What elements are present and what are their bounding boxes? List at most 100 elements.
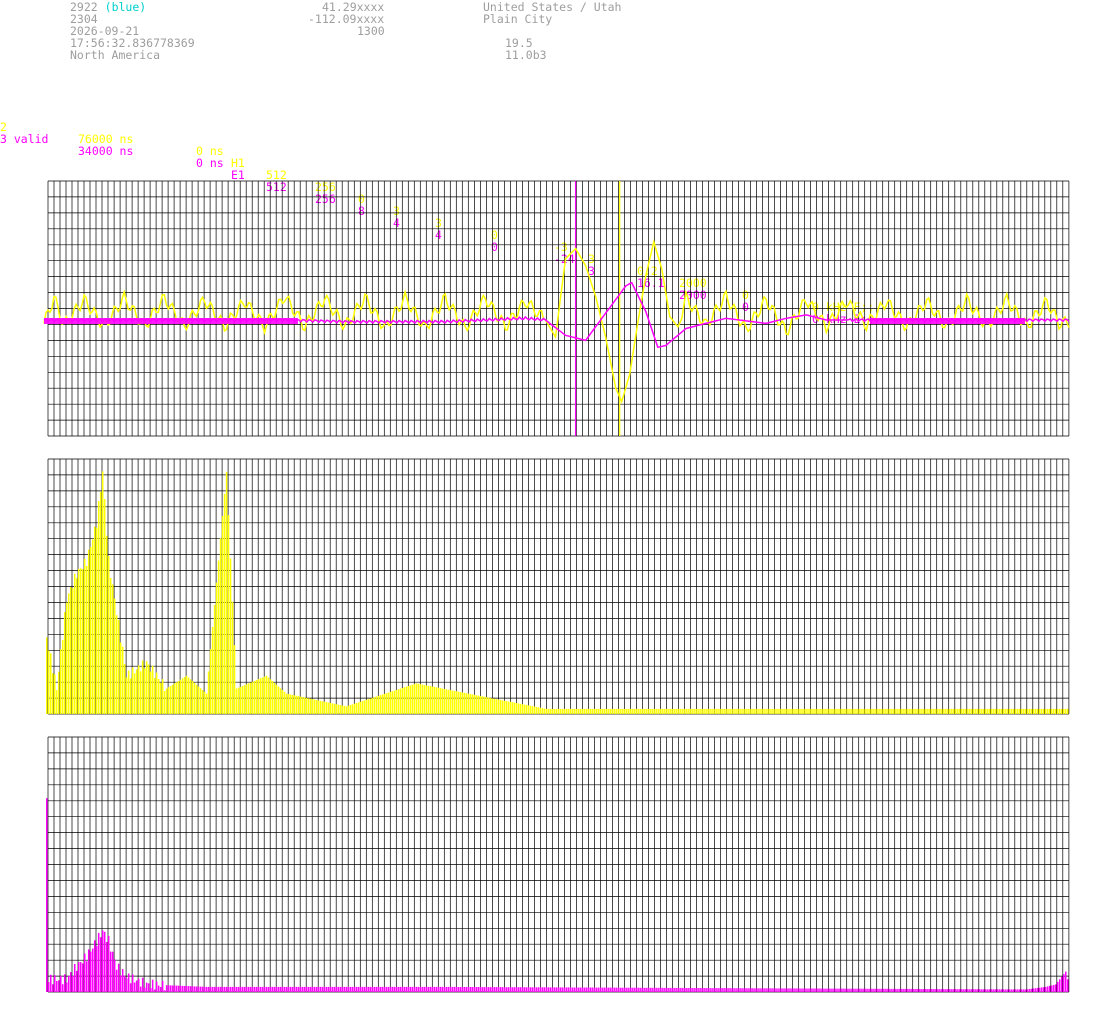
spectrum-H1-bar (1063, 708, 1065, 714)
spectrum-E1-bar (293, 986, 296, 992)
spectrum-E1-bar (343, 986, 346, 992)
spectrum-H1-bar (643, 708, 645, 714)
spectrum-H1-bar (767, 708, 769, 714)
spectrum-E1-bar (505, 987, 508, 992)
spectrum-E1-bar (517, 987, 520, 992)
spectrum-H1-bar (349, 705, 352, 714)
spectrum-E1-bar (909, 988, 911, 992)
spectrum-E1-bar (69, 972, 72, 992)
spectrum-E1-bar (265, 986, 268, 992)
spectrum-E1-bar (477, 987, 480, 992)
spectrum-H1-bar (471, 694, 474, 714)
spectrum-H1-bar (1035, 708, 1037, 714)
spectrum-H1-bar (825, 708, 827, 714)
spectrum-H1-bar (821, 708, 823, 714)
spectrum-E1-bar (50, 974, 52, 992)
spectrum-H1-bar (159, 682, 162, 714)
spectrum-H1-bar (121, 646, 124, 714)
spectrum-E1-bar (883, 988, 885, 992)
spectrum-E1-bar (549, 987, 552, 992)
spectrum-E1-bar (463, 987, 466, 992)
spectrum-H1-bar (763, 708, 765, 714)
spectrum-H1-bar (377, 695, 380, 714)
spectrum-E1-bar (245, 986, 248, 992)
spectrum-H1-bar (1067, 708, 1069, 714)
spectrum-E1-bar (753, 988, 755, 992)
spectrum-H1-bar (299, 696, 302, 714)
spectrum-E1-bar (417, 986, 420, 992)
spectrum-E1-bar (551, 987, 554, 992)
spectrum-H1-bar (887, 708, 889, 714)
spectrum-E1-bar (975, 989, 977, 992)
spectrum-E1-bar (693, 988, 695, 992)
spectrum-H1-bar (111, 584, 114, 714)
spectrum-H1-bar (895, 708, 897, 714)
spectrum-H1-bar (967, 708, 969, 714)
spectrum-H1-bar (329, 703, 332, 715)
spectrum-E1-bar (845, 988, 847, 992)
spectrum-H1-bar (359, 701, 362, 714)
spectrum-E1-bar (885, 988, 887, 992)
spectrum-E1-bar (751, 988, 753, 992)
spectrum-H1-bar (381, 694, 384, 714)
spectrum-H1-bar (263, 676, 266, 714)
spectrum-E1-bar (673, 987, 675, 992)
spectrum-E1-bar (991, 989, 993, 992)
spectrum-H1-bar (375, 696, 378, 714)
spectrum-H1-bar (1037, 708, 1039, 714)
spectrum-H1-bar (675, 708, 677, 714)
spectrum-H1-bar (751, 708, 753, 714)
spectrum-E1-bar (141, 977, 144, 992)
spectrum-H1-bar (135, 669, 138, 714)
spectrum-H1-bar (81, 569, 84, 714)
spectrum-E1-bar (635, 987, 637, 992)
spectrum-E1-bar (607, 987, 609, 992)
spectrum-E1-bar (723, 988, 725, 992)
spectrum-E1-bar (703, 988, 705, 992)
spectrum-E1-bar (979, 989, 981, 992)
spectrum-H1-bar (63, 612, 66, 714)
spectrum-H1-bar (613, 708, 615, 714)
spectrum-E1-bar (167, 985, 170, 992)
spectrum-E1-bar (823, 988, 825, 992)
spectrum-H1-bar (667, 708, 669, 714)
spectrum-H1-bar (965, 708, 967, 714)
spectrum-E1-bar (705, 988, 707, 992)
spectrum-H1-bar (581, 708, 583, 714)
spectrum-E1-bar (587, 987, 589, 992)
spectrum-H1-bar (485, 697, 488, 714)
spectrum-H1-bar (645, 708, 647, 714)
spectrum-H1-bar (797, 708, 799, 714)
spectrum-E1-bar (103, 931, 106, 992)
spectrum-E1-bar (743, 988, 745, 992)
spectrum-E1-bar (75, 970, 78, 992)
spectrum-E1-bar (403, 986, 406, 992)
spectrum-E1-bar (565, 987, 567, 992)
spectrum-H1-bar (515, 703, 518, 714)
spectrum-E1-bar (135, 980, 138, 992)
spectrum-H1-bar (169, 686, 172, 715)
spectrum-H1-bar (79, 568, 82, 714)
spectrum-E1-bar (1015, 989, 1017, 992)
spectrum-E1-bar (859, 988, 861, 992)
spectrum-H1-bar (637, 708, 639, 714)
spectrum-E1-bar (243, 986, 246, 992)
spectrum-E1-bar (893, 988, 895, 992)
spectrum-H1-bar (191, 681, 194, 714)
spectrum-H1-bar (321, 701, 324, 715)
spectrum-E1-bar (1035, 988, 1037, 992)
spectrum-E1-bar (159, 987, 162, 992)
spectrum-E1-bar (911, 988, 913, 992)
spectrum-E1-bar (605, 987, 607, 992)
spectrum-E1-bar (221, 986, 224, 992)
spectrum-E1-bar (689, 988, 691, 992)
spectrum-E1-bar (857, 988, 859, 992)
spectrum-E1-bar (619, 987, 621, 992)
spectrum-E1-bar (863, 988, 865, 992)
spectrum-E1-bar (283, 986, 286, 992)
spectrum-H1-bar (149, 671, 152, 714)
spectrum-E1-bar (219, 986, 222, 992)
spectrum-E1-bar (309, 986, 312, 992)
spectrum-E1-bar (87, 949, 90, 992)
spectrum-E1-bar (947, 989, 949, 992)
